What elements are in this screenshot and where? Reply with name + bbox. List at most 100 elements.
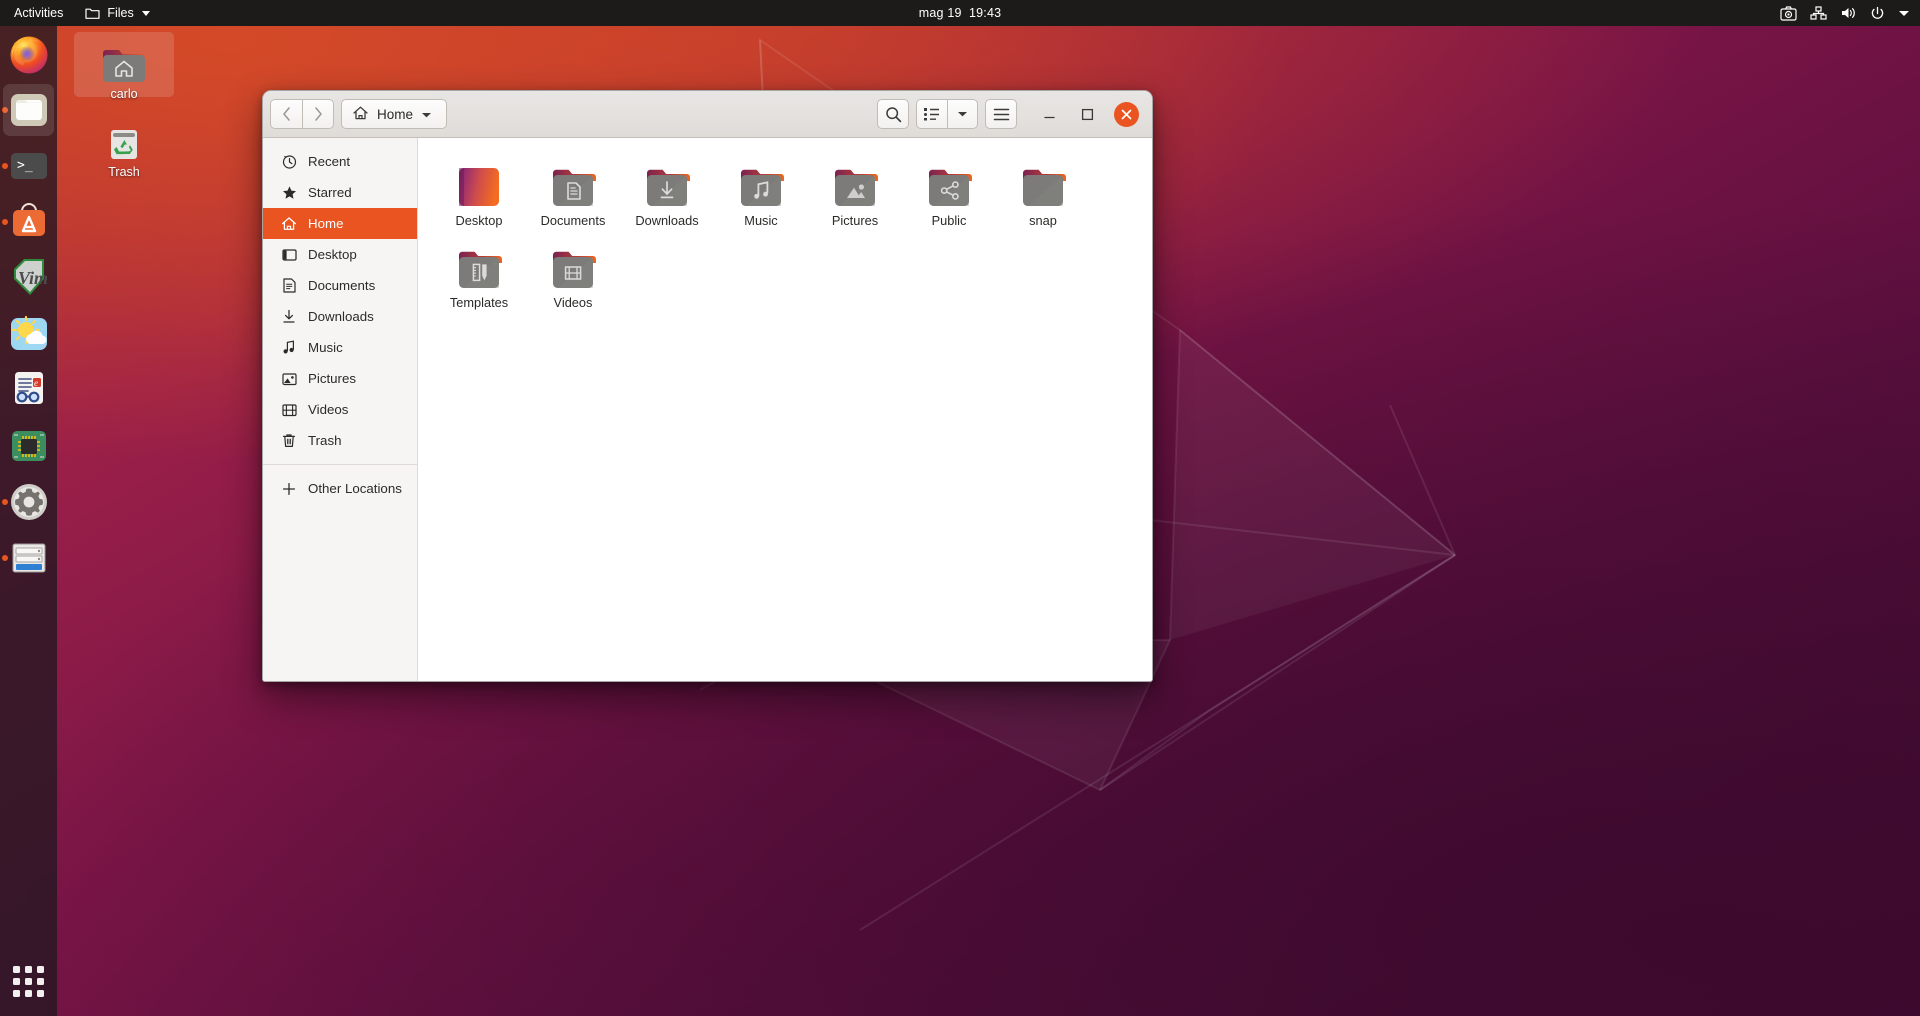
dock-item-firefox[interactable] bbox=[0, 26, 57, 82]
file-item[interactable]: Music bbox=[714, 156, 808, 238]
sidebar-item-recent[interactable]: Recent bbox=[263, 146, 417, 177]
app-menu-button[interactable]: Files bbox=[75, 6, 159, 20]
dock-item-document-viewer[interactable]: e bbox=[0, 362, 57, 418]
volume-icon[interactable] bbox=[1840, 6, 1857, 20]
dock-item-circuit[interactable] bbox=[0, 418, 57, 474]
folder-downloads-icon bbox=[622, 162, 712, 212]
sidebar-item-desktop[interactable]: Desktop bbox=[263, 239, 417, 270]
music-note-icon bbox=[281, 340, 297, 356]
folder-templates-icon bbox=[434, 244, 524, 294]
file-item-label: Public bbox=[931, 213, 967, 228]
file-item-label: Desktop bbox=[455, 213, 503, 228]
sidebar-item-other-locations[interactable]: Other Locations bbox=[263, 473, 417, 504]
gear-icon bbox=[8, 481, 50, 523]
trash-icon bbox=[281, 433, 297, 449]
vim-icon: Vim bbox=[8, 257, 50, 299]
sidebar-item-label: Videos bbox=[308, 402, 349, 417]
sidebar-item-downloads[interactable]: Downloads bbox=[263, 301, 417, 332]
file-item-label: Videos bbox=[553, 295, 593, 310]
server-icon bbox=[8, 537, 50, 579]
file-item-label: Templates bbox=[449, 295, 509, 310]
sidebar-item-trash[interactable]: Trash bbox=[263, 425, 417, 456]
svg-text:>_: >_ bbox=[17, 158, 33, 173]
maximize-button[interactable] bbox=[1076, 103, 1098, 125]
file-item[interactable]: snap bbox=[996, 156, 1090, 238]
sidebar-item-label: Recent bbox=[308, 154, 351, 169]
file-item[interactable]: Desktop bbox=[432, 156, 526, 238]
forward-button[interactable] bbox=[302, 99, 334, 129]
file-item[interactable]: Templates bbox=[432, 238, 526, 320]
path-bar-home-button[interactable]: Home bbox=[341, 99, 448, 129]
folder-public-icon bbox=[904, 162, 994, 212]
star-icon bbox=[281, 185, 297, 201]
home-icon bbox=[352, 105, 369, 124]
chevron-down-icon[interactable] bbox=[1898, 9, 1910, 18]
file-item[interactable]: Public bbox=[902, 156, 996, 238]
minimize-button[interactable] bbox=[1038, 103, 1060, 125]
file-item[interactable]: Downloads bbox=[620, 156, 714, 238]
dock-item-settings[interactable] bbox=[0, 474, 57, 530]
sidebar-item-music[interactable]: Music bbox=[263, 332, 417, 363]
power-icon[interactable] bbox=[1870, 6, 1885, 21]
sidebar-item-pictures[interactable]: Pictures bbox=[263, 363, 417, 394]
files-window: Home Recent Starred Home Desktop Documen… bbox=[262, 90, 1153, 682]
show-applications-button[interactable] bbox=[0, 952, 57, 1010]
sidebar-item-documents[interactable]: Documents bbox=[263, 270, 417, 301]
search-button[interactable] bbox=[877, 99, 909, 129]
circuit-chip-icon bbox=[8, 425, 50, 467]
dock-item-files[interactable] bbox=[0, 82, 57, 138]
sidebar-item-home[interactable]: Home bbox=[263, 208, 417, 239]
weather-icon bbox=[8, 313, 50, 355]
sidebar-item-label: Documents bbox=[308, 278, 376, 293]
sidebar-item-label: Home bbox=[308, 216, 344, 231]
sidebar-item-label: Trash bbox=[308, 433, 342, 448]
desktop-icon bbox=[281, 247, 297, 263]
svg-text:Vim: Vim bbox=[18, 268, 48, 288]
window-body: Recent Starred Home Desktop Documents Do… bbox=[263, 138, 1152, 681]
document-viewer-icon: e bbox=[8, 369, 50, 411]
list-view-button[interactable] bbox=[916, 99, 947, 129]
sidebar-item-videos[interactable]: Videos bbox=[263, 394, 417, 425]
home-folder-icon bbox=[74, 32, 174, 84]
window-header-bar: Home bbox=[263, 91, 1152, 138]
dock-item-weather[interactable] bbox=[0, 306, 57, 362]
chevron-down-icon bbox=[141, 10, 150, 16]
clock[interactable]: mag 19 19:43 bbox=[919, 6, 1002, 20]
files-icon bbox=[8, 89, 50, 131]
desktop-icon-label: carlo bbox=[110, 87, 138, 101]
picture-icon bbox=[281, 371, 297, 387]
dock-item-servers[interactable] bbox=[0, 530, 57, 586]
sidebar-item-starred[interactable]: Starred bbox=[263, 177, 417, 208]
network-icon[interactable] bbox=[1810, 6, 1827, 20]
activities-button[interactable]: Activities bbox=[0, 0, 75, 26]
view-options-button[interactable] bbox=[947, 99, 978, 129]
dock-item-terminal[interactable]: >_ bbox=[0, 138, 57, 194]
close-button[interactable] bbox=[1114, 101, 1139, 127]
system-tray bbox=[1780, 5, 1910, 21]
plus-icon bbox=[281, 481, 297, 497]
folder-videos-icon bbox=[528, 244, 618, 294]
folder-plain-icon bbox=[998, 162, 1088, 212]
desktop-icon-label: Trash bbox=[108, 165, 140, 179]
screenshot-icon[interactable] bbox=[1780, 5, 1797, 21]
desktop-icon-carlo[interactable]: carlo bbox=[74, 32, 174, 101]
dock-item-vim[interactable]: Vim bbox=[0, 250, 57, 306]
folder-documents-icon bbox=[528, 162, 618, 212]
file-item[interactable]: Videos bbox=[526, 238, 620, 320]
file-grid: Desktop Documents Downloads Music Pictur… bbox=[432, 156, 1142, 320]
dock-item-software[interactable] bbox=[0, 194, 57, 250]
grid-icon bbox=[13, 965, 44, 997]
back-button[interactable] bbox=[270, 99, 302, 129]
file-item[interactable]: Pictures bbox=[808, 156, 902, 238]
sidebar-item-label: Desktop bbox=[308, 247, 357, 262]
sidebar-item-label: Music bbox=[308, 340, 343, 355]
sidebar-separator bbox=[263, 464, 417, 465]
file-item-label: snap bbox=[1029, 213, 1057, 228]
app-menu-label: Files bbox=[107, 6, 134, 20]
file-item[interactable]: Documents bbox=[526, 156, 620, 238]
desktop-icon-trash[interactable]: Trash bbox=[74, 110, 174, 179]
window-controls bbox=[1038, 101, 1139, 127]
terminal-icon: >_ bbox=[8, 145, 50, 187]
main-menu-button[interactable] bbox=[985, 99, 1017, 129]
firefox-icon bbox=[8, 33, 50, 75]
